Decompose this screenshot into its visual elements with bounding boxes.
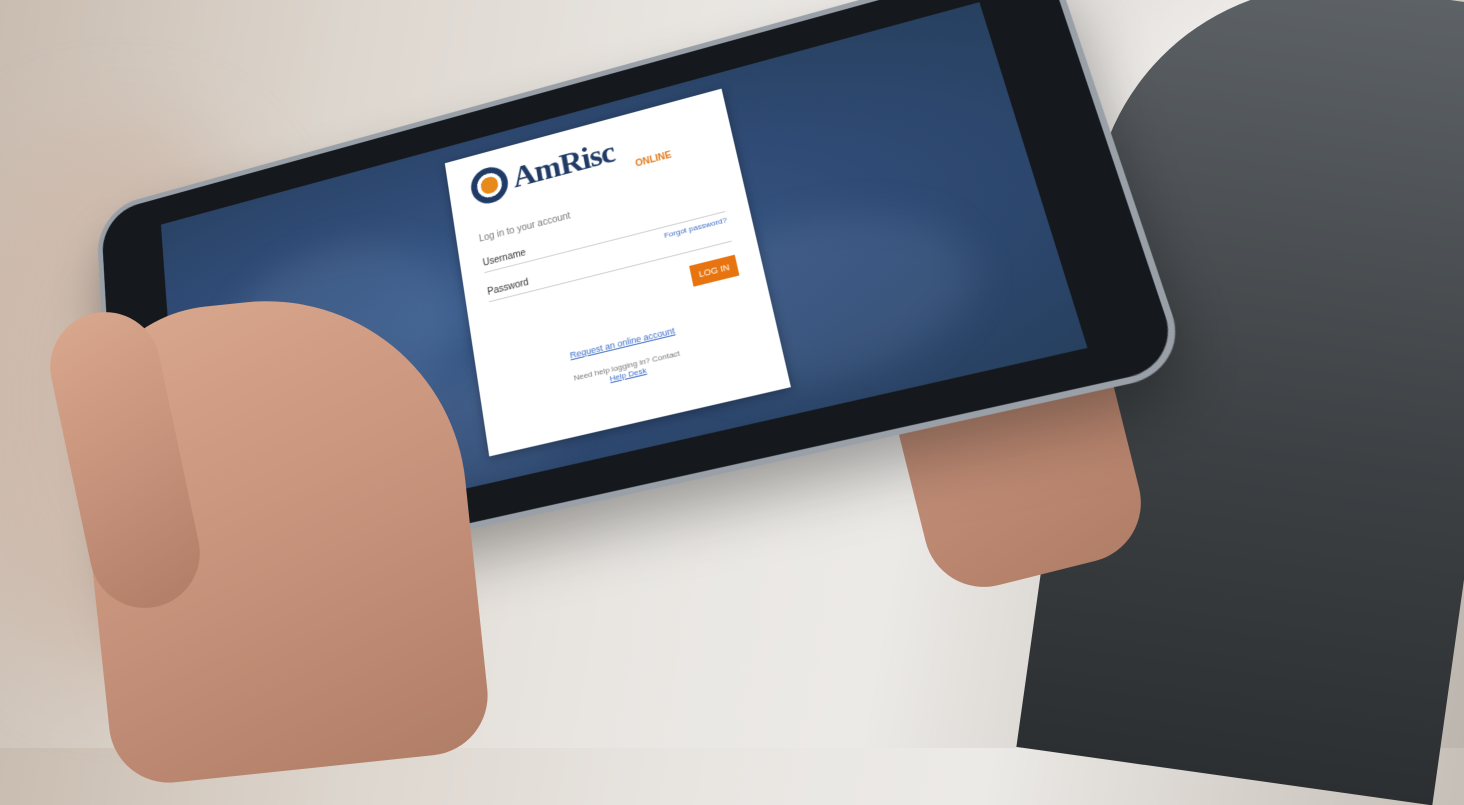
login-card: AmRisc ONLINE Log in to your account Use… bbox=[445, 89, 791, 457]
contact-link[interactable]: Help Desk bbox=[504, 340, 756, 408]
login-button[interactable]: LOG IN bbox=[689, 255, 739, 287]
